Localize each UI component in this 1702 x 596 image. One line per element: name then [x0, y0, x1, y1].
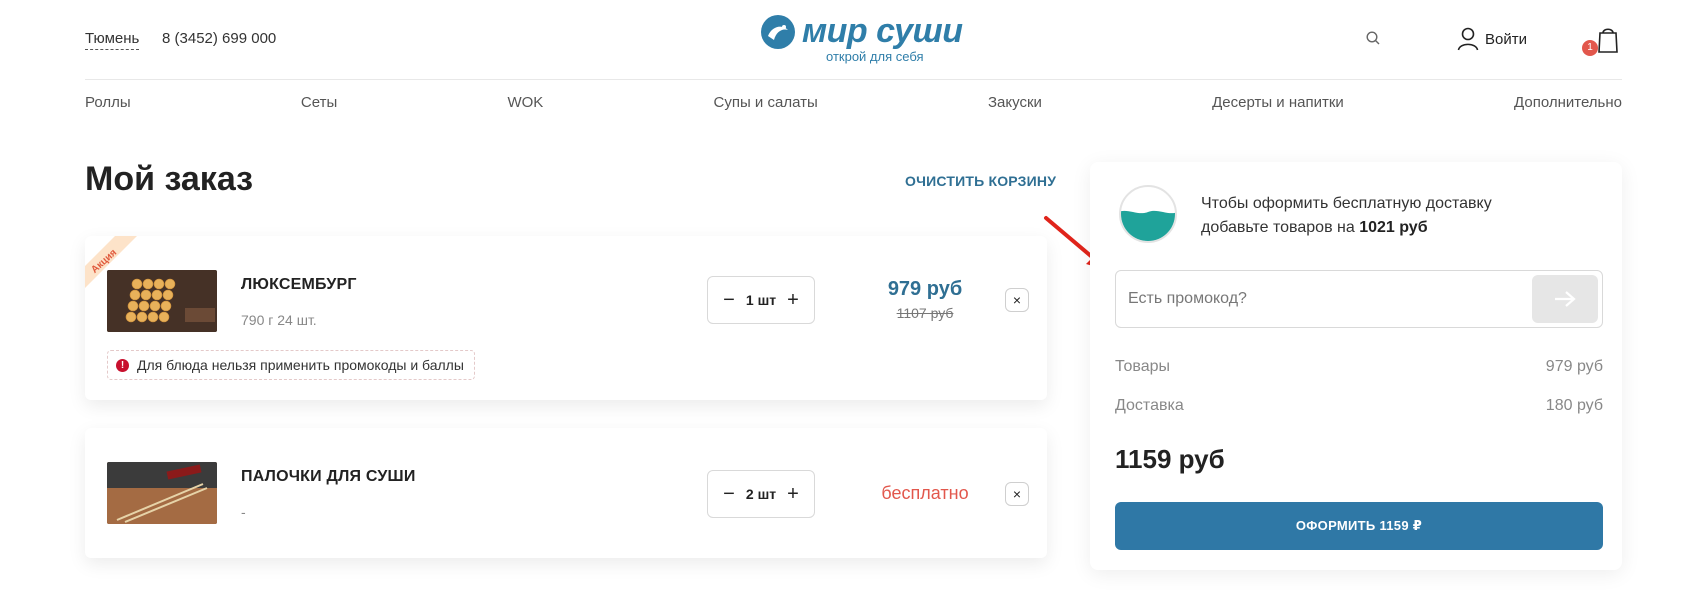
- decrease-button[interactable]: −: [720, 483, 738, 506]
- promo-code-box: [1115, 270, 1603, 328]
- item-name[interactable]: ПАЛОЧКИ ДЛЯ СУШИ: [241, 468, 416, 486]
- nav-item-wok[interactable]: WOK: [507, 94, 543, 111]
- increase-button[interactable]: +: [784, 289, 802, 312]
- cart-button[interactable]: 1: [1582, 24, 1624, 58]
- nav-item-desserts-drinks[interactable]: Десерты и напитки: [1212, 94, 1344, 111]
- item-image[interactable]: [107, 462, 217, 524]
- item-name[interactable]: ЛЮКСЕМБУРГ: [241, 276, 357, 294]
- promo-warning: ! Для блюда нельзя применить промокоды и…: [107, 350, 475, 380]
- promo-code-input[interactable]: [1128, 271, 1508, 327]
- quantity-stepper: − 2 шт +: [707, 470, 815, 518]
- cart-item: Акция ЛЮКСЕМБУРГ 790 г 24 шт. − 1 шт + 9…: [85, 236, 1047, 400]
- item-price: бесплатно: [865, 483, 985, 504]
- delivery-value: 180 руб: [1545, 397, 1603, 414]
- checkout-button[interactable]: ОФОРМИТЬ 1159 ₽: [1115, 502, 1603, 550]
- login-button[interactable]: Войти: [1457, 26, 1527, 52]
- decrease-button[interactable]: −: [720, 289, 738, 312]
- item-image[interactable]: [107, 270, 217, 332]
- goods-value: 979 руб: [1545, 358, 1603, 375]
- free-delivery-amount: 1021 руб: [1359, 219, 1428, 236]
- remove-item-button[interactable]: ×: [1005, 288, 1029, 312]
- logo-fish-icon: [761, 15, 795, 49]
- quantity-stepper: − 1 шт +: [707, 276, 815, 324]
- promo-warning-text: Для блюда нельзя применить промокоды и б…: [137, 357, 464, 373]
- summary-row-delivery: Доставка 180 руб: [1115, 397, 1603, 415]
- item-weight-count: -: [241, 504, 246, 520]
- price-free: бесплатно: [881, 483, 969, 503]
- page-title: Мой заказ: [85, 160, 254, 198]
- phone-link[interactable]: 8 (3452) 699 000: [162, 30, 276, 47]
- order-total: 1159 руб: [1115, 444, 1225, 474]
- search-icon[interactable]: [1365, 30, 1381, 46]
- category-nav: Роллы Сеты WOK Супы и салаты Закуски Дес…: [85, 94, 1622, 111]
- goods-label: Товары: [1115, 358, 1171, 375]
- item-weight-count: 790 г 24 шт.: [241, 312, 317, 328]
- logo-title: мир суши: [802, 12, 963, 50]
- login-label: Войти: [1485, 30, 1527, 48]
- remove-item-button[interactable]: ×: [1005, 482, 1029, 506]
- order-summary: Чтобы оформить бесплатную доставку добав…: [1090, 162, 1622, 570]
- nav-item-rolls[interactable]: Роллы: [85, 94, 131, 111]
- free-delivery-text: Чтобы оформить бесплатную доставку добав…: [1201, 195, 1492, 236]
- summary-row-goods: Товары 979 руб: [1115, 358, 1603, 376]
- header-divider: [85, 79, 1622, 80]
- delivery-progress-icon: [1119, 185, 1177, 243]
- logo[interactable]: мир суши открой для себя: [760, 12, 963, 64]
- logo-subtitle: открой для себя: [826, 49, 924, 64]
- nav-item-sets[interactable]: Сеты: [301, 94, 337, 111]
- nav-item-snacks[interactable]: Закуски: [988, 94, 1042, 111]
- info-icon: !: [116, 358, 129, 372]
- price-old: 1107 руб: [896, 305, 954, 321]
- free-delivery-hint: Чтобы оформить бесплатную доставку добав…: [1201, 192, 1561, 240]
- city-selector[interactable]: Тюмень: [85, 30, 140, 50]
- cart-count-badge: 1: [1582, 40, 1598, 56]
- delivery-label: Доставка: [1115, 397, 1184, 414]
- cart-item: ПАЛОЧКИ ДЛЯ СУШИ - − 2 шт + бесплатно ×: [85, 428, 1047, 558]
- nav-item-soups-salads[interactable]: Супы и салаты: [714, 94, 818, 111]
- quantity-value: 1 шт: [745, 292, 777, 308]
- quantity-value: 2 шт: [745, 486, 777, 502]
- clear-cart-button[interactable]: ОЧИСТИТЬ КОРЗИНУ: [905, 173, 1056, 189]
- user-icon: [1457, 27, 1479, 51]
- arrow-right-icon: [1555, 291, 1576, 307]
- promo-submit-button[interactable]: [1532, 275, 1598, 323]
- site-header: Тюмень 8 (3452) 699 000 мир суши открой …: [0, 0, 1702, 80]
- increase-button[interactable]: +: [784, 483, 802, 506]
- item-price: 979 руб 1107 руб: [865, 278, 985, 321]
- price-current: 979 руб: [887, 278, 963, 300]
- nav-item-additional[interactable]: Дополнительно: [1514, 94, 1622, 111]
